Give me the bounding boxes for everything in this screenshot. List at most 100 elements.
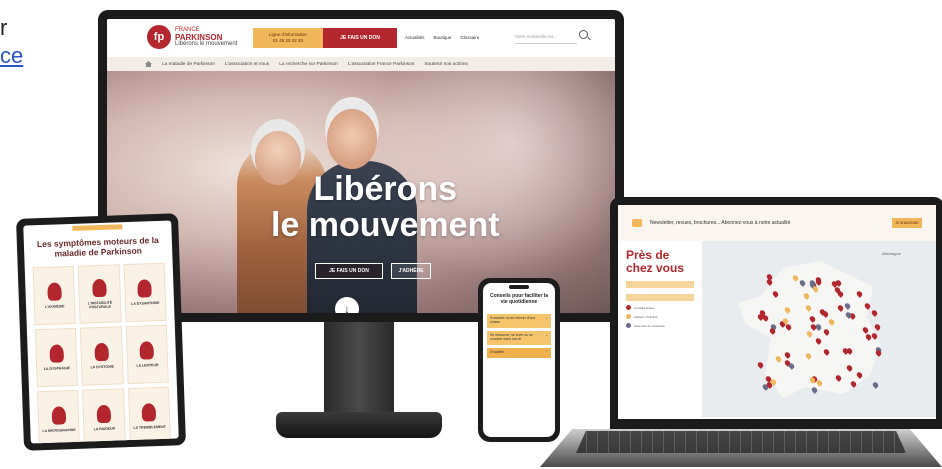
symptom-figure-icon: [46, 282, 62, 301]
symptom-label: LA TREMBLEMENT: [133, 424, 166, 430]
legend-label: Ateliers / Activités: [634, 314, 658, 319]
site-logo[interactable]: fp FRANCE PARKINSON Libérons le mouvemen…: [147, 25, 237, 49]
symptom-card[interactable]: LA TREMBLEMENT: [127, 386, 171, 444]
accordion-item[interactable]: S'assurer ou se relever d'une chaise ⌄: [487, 314, 551, 328]
symptom-figure-icon: [139, 341, 155, 360]
symptom-label: L'AKINÉSIE: [44, 304, 65, 309]
logo-top: FRANCE: [175, 26, 200, 33]
search-icon[interactable]: [579, 30, 588, 39]
locator-section: Près de chez vous Comités locaux Atelier…: [618, 241, 936, 417]
symptom-figure-icon: [137, 279, 153, 298]
monitor-stand-base: [276, 412, 442, 438]
newsletter-text: Newsletter, revues, brochures... Abonnez…: [650, 220, 791, 226]
header-links: Actualités Boutique Glossaire: [405, 35, 479, 40]
info-line-phone: 01 45 20 22 20: [272, 38, 304, 43]
search-input[interactable]: Votre recherche ou...: [515, 31, 577, 44]
legend-item: Comités locaux: [626, 305, 694, 310]
phone-screen: Conseils pour faciliter la vie quotidien…: [483, 283, 555, 437]
hero-title-line-2: le mouvement: [271, 206, 500, 244]
symptom-label: LA DYSTONIE: [90, 364, 114, 370]
nav-item-recherche[interactable]: La recherche sur Parkinson: [279, 62, 338, 67]
laptop-keyboard: [576, 431, 906, 453]
hero-donate-button[interactable]: JE FAIS UN DON: [315, 263, 383, 279]
symptom-card[interactable]: L'INSTABILITÉ POSTURALE: [78, 264, 122, 324]
legend-item: Ateliers / Activités: [626, 314, 694, 319]
phone-intro-text: [483, 307, 555, 311]
legend-pin-yellow-icon: [626, 314, 631, 319]
accordion-label: Se retourner, se lever ou se coucher dan…: [490, 333, 533, 341]
hero-title: Libérons le mouvement: [271, 171, 500, 243]
cropped-line-1: r: [0, 15, 8, 40]
tablet-device: Les symptômes moteurs de la maladie de P…: [16, 213, 186, 451]
symptom-card[interactable]: LA LENTEUR: [125, 324, 169, 385]
symptom-grid: L'AKINÉSIE L'INSTABILITÉ POSTURALE LA DY…: [24, 256, 178, 444]
phone-notch: [509, 285, 529, 289]
map-pin-icon[interactable]: [756, 360, 765, 369]
locator-address-field[interactable]: [626, 281, 694, 288]
symptom-label: L'INSTABILITÉ POSTURALE: [87, 300, 113, 310]
accordion-item[interactable]: Se retourner, se lever ou se coucher dan…: [487, 331, 551, 345]
nav-item-soutenir[interactable]: Soutenir nos actions: [424, 62, 467, 67]
logo-mark-icon: fp: [147, 25, 171, 49]
accordion-label: S'habiller: [490, 350, 505, 354]
cropped-link[interactable]: ce: [0, 42, 23, 70]
chevron-down-icon: ⌄: [545, 333, 548, 337]
accordion-item-open[interactable]: S'habiller ⌃: [487, 348, 551, 358]
symptom-card[interactable]: LA MICROGRAPHIE: [37, 389, 81, 444]
map-pin-icon[interactable]: [871, 381, 880, 390]
nav-item-association[interactable]: L'association France Parkinson: [348, 62, 415, 67]
header-donate-button[interactable]: JE FAIS UN DON: [323, 28, 397, 48]
tablet-screen: Les symptômes moteurs de la maladie de P…: [23, 220, 179, 444]
phone-device: Conseils pour faciliter la vie quotidien…: [478, 278, 560, 442]
nav-item-association-vous[interactable]: L'association et vous: [225, 62, 269, 67]
accordion-label: S'assurer ou se relever d'une chaise: [490, 316, 536, 324]
info-line-box[interactable]: Ligne d'information 01 45 20 22 20: [253, 28, 323, 48]
envelope-icon: [632, 219, 642, 227]
main-nav: La maladie de Parkinson L'association et…: [107, 57, 615, 71]
link-glossaire[interactable]: Glossaire: [460, 35, 479, 40]
monitor-stand-neck: [324, 322, 394, 420]
chevron-down-icon: ⌄: [545, 316, 548, 320]
symptom-figure-icon: [51, 406, 66, 425]
link-actualites[interactable]: Actualités: [405, 35, 425, 40]
phone-accordion-body: [483, 361, 555, 365]
locator-filter-field[interactable]: [626, 294, 694, 301]
hero-title-line-1: Libérons: [313, 170, 458, 208]
map-country-label: Allemagne: [882, 251, 901, 256]
near-you-title-line-2: chez vous: [626, 261, 685, 275]
symptom-card[interactable]: LA RAIDEUR: [82, 388, 126, 444]
logo-text: FRANCE PARKINSON Libérons le mouvement: [175, 27, 237, 48]
france-map[interactable]: Allemagne: [702, 241, 936, 417]
symptom-figure-icon: [141, 403, 157, 422]
hero-join-button[interactable]: J'ADHÈRE: [391, 263, 431, 279]
symptom-card[interactable]: LA DYSTONIE: [80, 326, 124, 386]
desktop-screen: fp FRANCE PARKINSON Libérons le mouvemen…: [107, 19, 615, 313]
symptom-label: LA LENTEUR: [136, 363, 159, 368]
nav-item-maladie[interactable]: La maladie de Parkinson: [162, 62, 215, 67]
home-icon[interactable]: [145, 61, 152, 67]
map-pin-icon[interactable]: [873, 323, 882, 332]
symptom-label: LA DYSARTHRIE: [131, 300, 160, 306]
site-header: fp FRANCE PARKINSON Libérons le mouvemen…: [107, 19, 615, 57]
symptom-figure-icon: [49, 344, 64, 363]
locator-sidebar: Près de chez vous Comités locaux Atelier…: [618, 241, 702, 417]
symptom-card[interactable]: LA DYSPHAGIE: [34, 327, 79, 388]
legend-label: Comités locaux: [634, 305, 655, 310]
laptop-device: Newsletter, revues, brochures... Abonnez…: [610, 197, 942, 429]
symptom-figure-icon: [94, 342, 109, 362]
legend-label: Antennes de ressource: [634, 323, 665, 328]
symptom-card[interactable]: LA DYSARTHRIE: [123, 262, 167, 323]
newsletter-bar: Newsletter, revues, brochures... Abonnez…: [618, 205, 936, 241]
map-pin-icon[interactable]: [870, 309, 878, 317]
symptom-figure-icon: [96, 404, 112, 424]
symptom-figure-icon: [92, 278, 107, 298]
legend-item: Antennes de ressource: [626, 323, 694, 328]
laptop-screen: Newsletter, revues, brochures... Abonnez…: [618, 205, 936, 419]
legend-pin-grey-icon: [626, 323, 631, 328]
logo-name: PARKINSON: [175, 32, 223, 42]
logo-tagline: Libérons le mouvement: [175, 40, 238, 47]
symptom-card[interactable]: L'AKINÉSIE: [32, 265, 77, 326]
link-boutique[interactable]: Boutique: [434, 35, 452, 40]
symptom-label: LA RAIDEUR: [93, 426, 116, 432]
newsletter-subscribe-button[interactable]: JE M'ABONNE: [892, 218, 922, 228]
